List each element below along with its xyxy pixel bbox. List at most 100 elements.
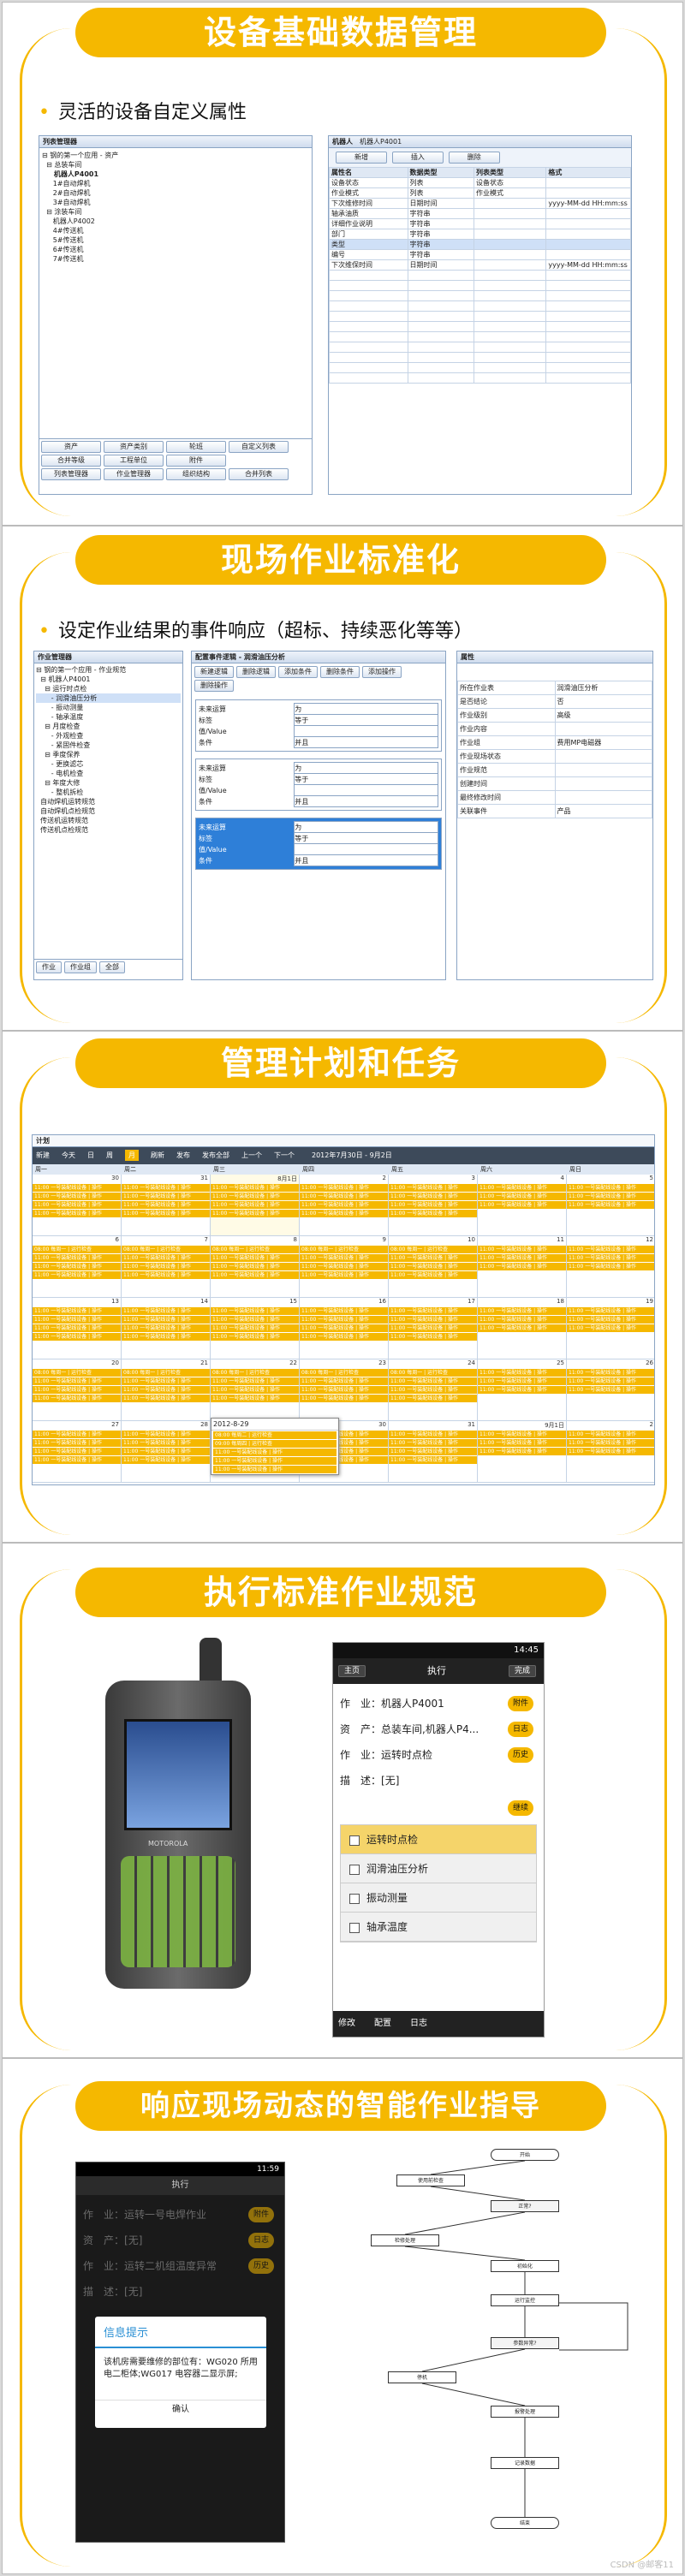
day-cell[interactable]: 19 11:00 一号装配线设备 | 操作 11:00 一号装配线设备 | 操作 11… [567,1298,654,1359]
event-item[interactable]: 11:00 一号装配线设备 | 操作 [122,1386,210,1394]
day-cell[interactable]: 31 11:00 一号装配线设备 | 操作 11:00 一号装配线设备 | 操作 11… [122,1175,211,1236]
tree-node[interactable]: - 电机检查 [36,769,181,778]
field-action-button[interactable]: 附件 [247,2207,274,2222]
table-cell[interactable] [545,208,631,219]
condition-value[interactable] [294,784,438,796]
event-item[interactable]: 08:00 每周一 | 运行检查 [211,1246,299,1253]
event-item[interactable]: 11:00 一号装配线设备 | 操作 [33,1448,121,1455]
event-item[interactable]: 11:00 一号装配线设备 | 操作 [300,1395,388,1402]
tree-node[interactable]: ⊟ 年度大修 [36,778,181,788]
day-cell[interactable]: 2 11:00 一号装配线设备 | 操作 11:00 一号装配线设备 | 操作 11:… [300,1175,389,1236]
event-item[interactable]: 11:00 一号装配线设备 | 操作 [33,1184,121,1192]
event-item[interactable]: 11:00 一号装配线设备 | 操作 [211,1271,299,1279]
attribute-row[interactable]: 创建时间 [457,776,652,791]
day-cell[interactable]: 24 08:00 每周一 | 运行检查 11:00 一号装配线设备 | 操作 11:0… [389,1359,478,1421]
day-cell[interactable]: 17 11:00 一号装配线设备 | 操作 11:00 一号装配线设备 | 操作 11… [389,1298,478,1359]
checklist-item[interactable]: 润滑油压分析 [341,1854,536,1883]
event-item[interactable]: 11:00 一号装配线设备 | 操作 [478,1369,566,1377]
bottom-button[interactable]: 日志 [410,2019,427,2028]
event-item[interactable]: 11:00 一号装配线设备 | 操作 [300,1271,388,1279]
day-cell[interactable]: 15 11:00 一号装配线设备 | 操作 11:00 一号装配线设备 | 操作 11… [211,1298,300,1359]
table-cell[interactable] [545,187,631,199]
tree-node[interactable]: 1#自动焊机 [42,179,309,188]
tree-node[interactable]: - 振动测量 [36,703,181,712]
table-cell[interactable]: 字符串 [407,218,474,229]
popup-event[interactable]: 11:00 一号装配线设备 | 操作 [213,1449,337,1456]
table-cell[interactable]: 日期时间 [407,259,474,271]
table-row[interactable]: 设备状态 列表 设备状态 [329,177,631,188]
event-item[interactable]: 11:00 一号装配线设备 | 操作 [33,1254,121,1262]
table-cell[interactable] [545,177,631,188]
event-item[interactable]: 11:00 一号装配线设备 | 操作 [389,1431,477,1438]
table-cell[interactable] [473,208,547,219]
event-item[interactable]: 11:00 一号装配线设备 | 操作 [300,1316,388,1324]
event-item[interactable]: 11:00 一号装配线设备 | 操作 [122,1201,210,1209]
attribute-row[interactable]: 关联事件 产品 [457,804,652,818]
event-item[interactable]: 11:00 一号装配线设备 | 操作 [567,1193,654,1200]
table-row[interactable]: 轴承油质 字符串 [329,208,631,219]
toolbar-button[interactable]: 月 [125,1150,139,1161]
condition-value[interactable]: 为 [294,762,438,774]
event-item[interactable]: 11:00 一号装配线设备 | 操作 [33,1307,121,1315]
day-cell[interactable]: 25 11:00 一号装配线设备 | 操作 11:00 一号装配线设备 | 操作 11… [478,1359,567,1421]
field-action-button[interactable]: 日志 [507,1722,533,1737]
event-item[interactable]: 11:00 一号装配线设备 | 操作 [389,1254,477,1262]
day-cell[interactable]: 26 11:00 一号装配线设备 | 操作 11:00 一号装配线设备 | 操作 11… [567,1359,654,1421]
table-cell[interactable]: 日期时间 [407,198,474,209]
day-cell[interactable]: 20 08:00 每周一 | 运行检查 11:00 一号装配线设备 | 操作 11:0… [33,1359,122,1421]
dialog-button[interactable]: 新建逻辑 [194,666,234,678]
manager-tab[interactable]: 合并等级 [41,455,101,467]
event-item[interactable]: 11:00 一号装配线设备 | 操作 [300,1386,388,1394]
event-item[interactable]: 11:00 一号装配线设备 | 操作 [211,1316,299,1324]
tree-node[interactable]: 3#自动焊机 [42,198,309,207]
event-item[interactable]: 11:00 一号装配线设备 | 操作 [300,1254,388,1262]
event-item[interactable]: 11:00 一号装配线设备 | 操作 [478,1193,566,1200]
day-cell[interactable]: 14 11:00 一号装配线设备 | 操作 11:00 一号装配线设备 | 操作 11… [122,1298,211,1359]
tree-node[interactable]: - 轴承温度 [36,712,181,722]
event-item[interactable]: 11:00 一号装配线设备 | 操作 [478,1263,566,1270]
event-item[interactable]: 11:00 一号装配线设备 | 操作 [33,1271,121,1279]
event-item[interactable]: 11:00 一号装配线设备 | 操作 [300,1193,388,1200]
tree-node[interactable]: ⊟ 钢的第一个应用 - 资产 [42,151,309,160]
event-item[interactable]: 11:00 一号装配线设备 | 操作 [211,1307,299,1315]
attribute-cell[interactable]: 产品 [554,804,652,818]
table-cell[interactable] [473,198,547,209]
field-action-button[interactable]: 附件 [507,1696,533,1711]
attribute-cell[interactable] [554,763,652,777]
condition-value[interactable]: 并且 [294,854,438,866]
popup-event[interactable]: 11:00 一号装配线设备 | 操作 [213,1466,337,1473]
event-item[interactable]: 11:00 一号装配线设备 | 操作 [211,1210,299,1217]
day-cell[interactable]: 11 11:00 一号装配线设备 | 操作 11:00 一号装配线设备 | 操作 11… [478,1236,567,1298]
delete-button[interactable]: 删除 [448,152,500,164]
bottom-tab[interactable]: 全部 [99,961,125,973]
toolbar-button[interactable]: 上一个 [241,1151,262,1159]
dialog-button[interactable]: 添加条件 [278,666,318,678]
event-item[interactable]: 11:00 一号装配线设备 | 操作 [567,1184,654,1192]
event-item[interactable]: 11:00 一号装配线设备 | 操作 [567,1316,654,1324]
event-item[interactable]: 11:00 一号装配线设备 | 操作 [122,1324,210,1332]
tree-node[interactable]: 自动焊机点检规范 [36,806,181,816]
day-cell[interactable]: 2 11:00 一号装配线设备 | 操作 11:00 一号装配线设备 | 操作 11:… [567,1421,654,1483]
table-cell[interactable] [473,218,547,229]
event-item[interactable]: 11:00 一号装配线设备 | 操作 [478,1324,566,1332]
tree-node[interactable]: 自动焊机运转规范 [36,797,181,806]
popup-event[interactable]: 09:00 每周四 | 运行检查 [213,1440,337,1448]
event-item[interactable]: 11:00 一号装配线设备 | 操作 [33,1386,121,1394]
manager-tab[interactable]: 轮班 [166,441,226,453]
event-item[interactable]: 11:00 一号装配线设备 | 操作 [300,1377,388,1385]
tree-node[interactable]: 机器人P4002 [42,217,309,226]
day-cell[interactable]: 12 11:00 一号装配线设备 | 操作 11:00 一号装配线设备 | 操作 11… [567,1236,654,1298]
checklist-item[interactable]: 轴承温度 [341,1913,536,1942]
event-item[interactable]: 11:00 一号装配线设备 | 操作 [211,1395,299,1402]
bottom-button[interactable]: 配置 [374,2019,391,2028]
table-cell[interactable]: 字符串 [407,208,474,219]
field-action-button[interactable]: 日志 [247,2233,274,2248]
event-item[interactable]: 11:00 一号装配线设备 | 操作 [33,1316,121,1324]
event-item[interactable]: 08:00 每周一 | 运行检查 [300,1246,388,1253]
event-item[interactable]: 11:00 一号装配线设备 | 操作 [567,1439,654,1447]
tree-node[interactable]: ⊟ 钢的第一个应用 - 作业规范 [36,665,181,675]
table-row[interactable]: 编号 字符串 [329,249,631,260]
event-item[interactable]: 11:00 一号装配线设备 | 操作 [389,1316,477,1324]
event-item[interactable]: 11:00 一号装配线设备 | 操作 [122,1193,210,1200]
tree-node[interactable]: - 紧固件检查 [36,741,181,750]
